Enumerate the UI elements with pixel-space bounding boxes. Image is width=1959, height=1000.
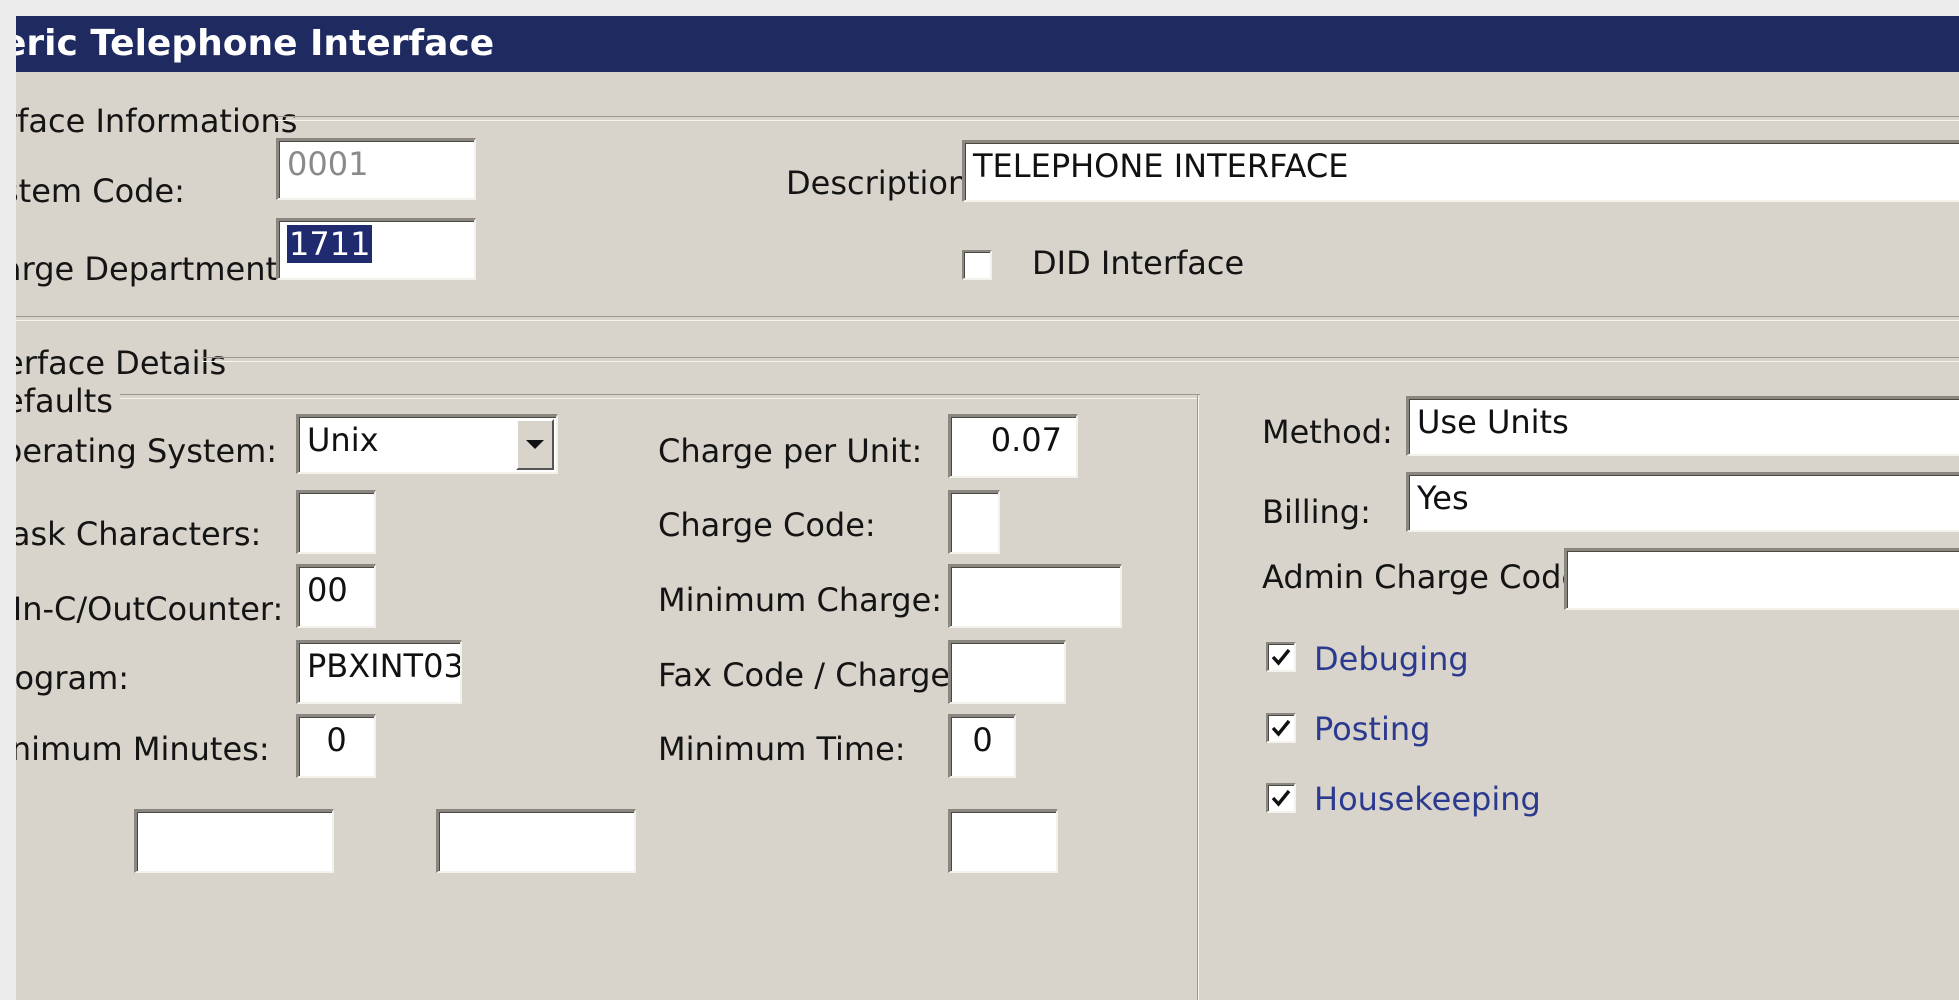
charge-code-label: Charge Code:: [658, 506, 876, 544]
billing-label: Billing:: [1262, 493, 1371, 531]
fax-code-label: Fax Code / Charge:: [658, 656, 961, 694]
chevron-down-icon: [526, 440, 544, 449]
interface-details-divider: [202, 357, 1959, 362]
description-label: Description:: [786, 164, 980, 202]
charge-department-value: 1711: [287, 225, 373, 263]
system-code-field[interactable]: 0001: [276, 138, 476, 200]
defaults-top-border: [120, 394, 1200, 399]
admin-charge-code-field[interactable]: [1564, 548, 1959, 610]
debuging-checkbox[interactable]: [1266, 642, 1296, 672]
system-code-label: stem Code:: [16, 172, 185, 210]
operating-system-label: perating System:: [16, 432, 278, 470]
bottom-field-1[interactable]: [134, 809, 334, 873]
housekeeping-label[interactable]: Housekeeping: [1314, 783, 1541, 815]
window-title: eric Telephone Interface: [16, 23, 495, 64]
debuging-label[interactable]: Debuging: [1314, 643, 1469, 675]
checkmark-icon: [1271, 648, 1291, 666]
description-field[interactable]: TELEPHONE INTERFACE: [962, 140, 1959, 202]
minimum-minutes-label: inimum Minutes:: [16, 730, 270, 768]
admin-charge-code-label: Admin Charge Code:: [1262, 558, 1592, 596]
bottom-field-3[interactable]: [948, 809, 1058, 873]
section-separator: [16, 316, 1959, 321]
operating-system-value: Unix: [307, 421, 379, 459]
interface-info-section-label: rface Informations: [16, 102, 298, 140]
interface-info-divider: [276, 116, 1959, 121]
did-interface-checkbox[interactable]: [962, 250, 992, 280]
method-label: Method:: [1262, 413, 1393, 451]
telephone-interface-window: eric Telephone Interface rface Informati…: [16, 16, 1959, 1000]
defaults-section-label: efaults: [16, 382, 113, 420]
interface-details-section-label: erface Details: [16, 344, 227, 382]
posting-label[interactable]: Posting: [1314, 713, 1430, 745]
defaults-right-border: [1197, 395, 1199, 1000]
counter-field[interactable]: 00: [296, 564, 376, 628]
minimum-time-field[interactable]: 0: [948, 714, 1016, 778]
charge-code-field[interactable]: [948, 490, 1000, 554]
operating-system-select[interactable]: Unix: [296, 414, 558, 474]
window-title-bar[interactable]: eric Telephone Interface: [16, 16, 1959, 72]
billing-field[interactable]: Yes: [1406, 472, 1959, 532]
charge-department-field[interactable]: 1711: [276, 218, 476, 280]
did-interface-label: DID Interface: [1032, 244, 1245, 282]
checkmark-icon: [1271, 719, 1291, 737]
operating-system-dropdown-button[interactable]: [516, 419, 554, 470]
bottom-field-2[interactable]: [436, 809, 636, 873]
method-field[interactable]: Use Units: [1406, 396, 1959, 456]
checkmark-icon: [1271, 789, 1291, 807]
mask-characters-label: lask Characters:: [16, 515, 262, 553]
charge-department-label: arge Department:: [16, 250, 289, 288]
charge-per-unit-label: Charge per Unit:: [658, 432, 923, 470]
minimum-charge-label: Minimum Charge:: [658, 581, 943, 619]
program-field[interactable]: PBXINT03: [296, 640, 462, 704]
counter-label: /In-C/OutCounter:: [16, 590, 284, 628]
program-label: rogram:: [16, 659, 130, 697]
fax-code-field[interactable]: [948, 640, 1066, 704]
posting-checkbox[interactable]: [1266, 713, 1296, 743]
mask-characters-field[interactable]: [296, 490, 376, 554]
housekeeping-checkbox[interactable]: [1266, 783, 1296, 813]
minimum-charge-field[interactable]: [948, 564, 1122, 628]
minimum-minutes-field[interactable]: 0: [296, 714, 376, 778]
charge-per-unit-field[interactable]: 0.07: [948, 414, 1078, 478]
minimum-time-label: Minimum Time:: [658, 730, 906, 768]
